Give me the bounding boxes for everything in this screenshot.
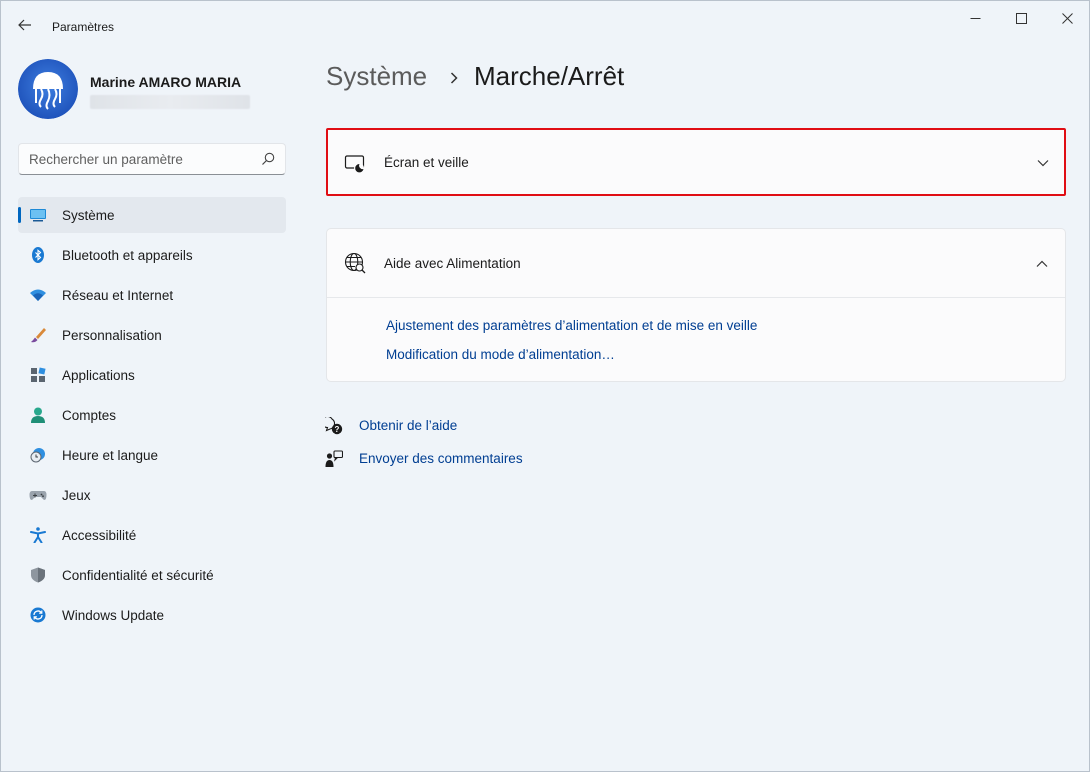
- page-title: Marche/Arrêt: [474, 61, 625, 91]
- sidebar-item-personnalisation[interactable]: Personnalisation: [18, 317, 286, 353]
- power-help-card: Aide avec Alimentation Ajustement des pa…: [326, 228, 1066, 382]
- apps-icon: [31, 367, 46, 382]
- jellyfish-avatar: [18, 59, 78, 119]
- paintbrush-icon: [31, 328, 46, 343]
- sidebar-item-confidentialite[interactable]: Confidentialité et sécurité: [18, 557, 286, 593]
- monitor-icon: [30, 209, 46, 222]
- sidebar-item-systeme[interactable]: Système: [18, 197, 286, 233]
- user-name: Marine AMARO MARIA: [90, 74, 242, 90]
- sidebar-item-label: Comptes: [62, 408, 117, 423]
- feedback-link[interactable]: Envoyer des commentaires: [325, 449, 535, 469]
- power-help-header[interactable]: Aide avec Alimentation: [327, 229, 1065, 297]
- sidebar-item-applications[interactable]: Applications: [18, 357, 286, 393]
- screen-sleep-title: Écran et veille: [384, 155, 469, 170]
- get-help-link[interactable]: ? Obtenir de l’aide: [325, 416, 475, 436]
- user-email-blurred: [90, 95, 250, 109]
- close-button[interactable]: [1044, 1, 1090, 35]
- wifi-icon: [30, 289, 46, 301]
- sidebar-item-label: Accessibilité: [62, 528, 137, 543]
- search-input[interactable]: [19, 144, 255, 174]
- settings-window: Paramètres Marine AMARO MARIA Rechercher…: [0, 0, 1090, 772]
- sidebar-item-windows-update[interactable]: Windows Update: [18, 597, 286, 633]
- sidebar-item-label: Système: [62, 208, 115, 223]
- avatar[interactable]: [18, 59, 78, 119]
- sidebar-item-heure[interactable]: Heure et langue: [18, 437, 286, 473]
- sidebar-item-label: Personnalisation: [62, 328, 162, 343]
- power-sleep-settings-link[interactable]: Ajustement des paramètres d’alimentation…: [386, 318, 757, 333]
- chevron-right-icon: [450, 72, 458, 84]
- minimize-icon: [970, 17, 980, 19]
- person-icon: [31, 407, 45, 423]
- title-bar: Paramètres: [1, 1, 1089, 49]
- sidebar-nav: Système Bluetooth et appareils Réseau et…: [18, 197, 286, 637]
- feedback-icon: [325, 450, 343, 467]
- search-icon[interactable]: [261, 152, 275, 166]
- sidebar-item-bluetooth[interactable]: Bluetooth et appareils: [18, 237, 286, 273]
- maximize-icon: [1015, 12, 1027, 24]
- chevron-down-icon[interactable]: [1036, 156, 1050, 170]
- help-chat-icon: ?: [325, 417, 343, 435]
- power-help-title: Aide avec Alimentation: [384, 256, 521, 271]
- close-icon: [1061, 12, 1073, 24]
- svg-text:?: ?: [335, 425, 340, 434]
- sidebar-item-comptes[interactable]: Comptes: [18, 397, 286, 433]
- minimize-button[interactable]: [952, 1, 998, 35]
- divider: [327, 297, 1065, 298]
- feedback-label: Envoyer des commentaires: [359, 451, 523, 466]
- sidebar-item-jeux[interactable]: Jeux: [18, 477, 286, 513]
- search-box[interactable]: [18, 143, 286, 175]
- sidebar-item-label: Réseau et Internet: [62, 288, 174, 303]
- power-mode-link[interactable]: Modification du mode d’alimentation…: [386, 347, 615, 362]
- sidebar-item-label: Jeux: [62, 488, 91, 503]
- bluetooth-icon: [32, 247, 44, 263]
- gamepad-icon: [29, 491, 47, 500]
- sidebar-item-label: Applications: [62, 368, 135, 383]
- back-button[interactable]: [11, 11, 39, 39]
- sidebar-item-label: Windows Update: [62, 608, 165, 623]
- screen-sleep-icon: [344, 155, 365, 173]
- sync-icon: [30, 607, 46, 623]
- sidebar-item-accessibilite[interactable]: Accessibilité: [18, 517, 286, 553]
- app-title: Paramètres: [52, 20, 115, 34]
- clock-globe-icon: [30, 448, 45, 463]
- shield-icon: [31, 567, 45, 583]
- arrow-left-icon: [18, 19, 31, 31]
- get-help-label: Obtenir de l’aide: [359, 418, 458, 433]
- accessibility-icon: [30, 527, 46, 543]
- sidebar-item-label: Confidentialité et sécurité: [62, 568, 214, 583]
- globe-search-icon: [344, 252, 366, 274]
- sidebar-item-reseau[interactable]: Réseau et Internet: [18, 277, 286, 313]
- sidebar-item-label: Bluetooth et appareils: [62, 248, 193, 263]
- breadcrumb-parent[interactable]: Système: [326, 61, 427, 92]
- chevron-up-icon[interactable]: [1035, 257, 1049, 271]
- active-indicator: [18, 207, 21, 223]
- screen-sleep-card[interactable]: Écran et veille: [326, 128, 1066, 196]
- maximize-button[interactable]: [998, 1, 1044, 35]
- sidebar-item-label: Heure et langue: [62, 448, 159, 463]
